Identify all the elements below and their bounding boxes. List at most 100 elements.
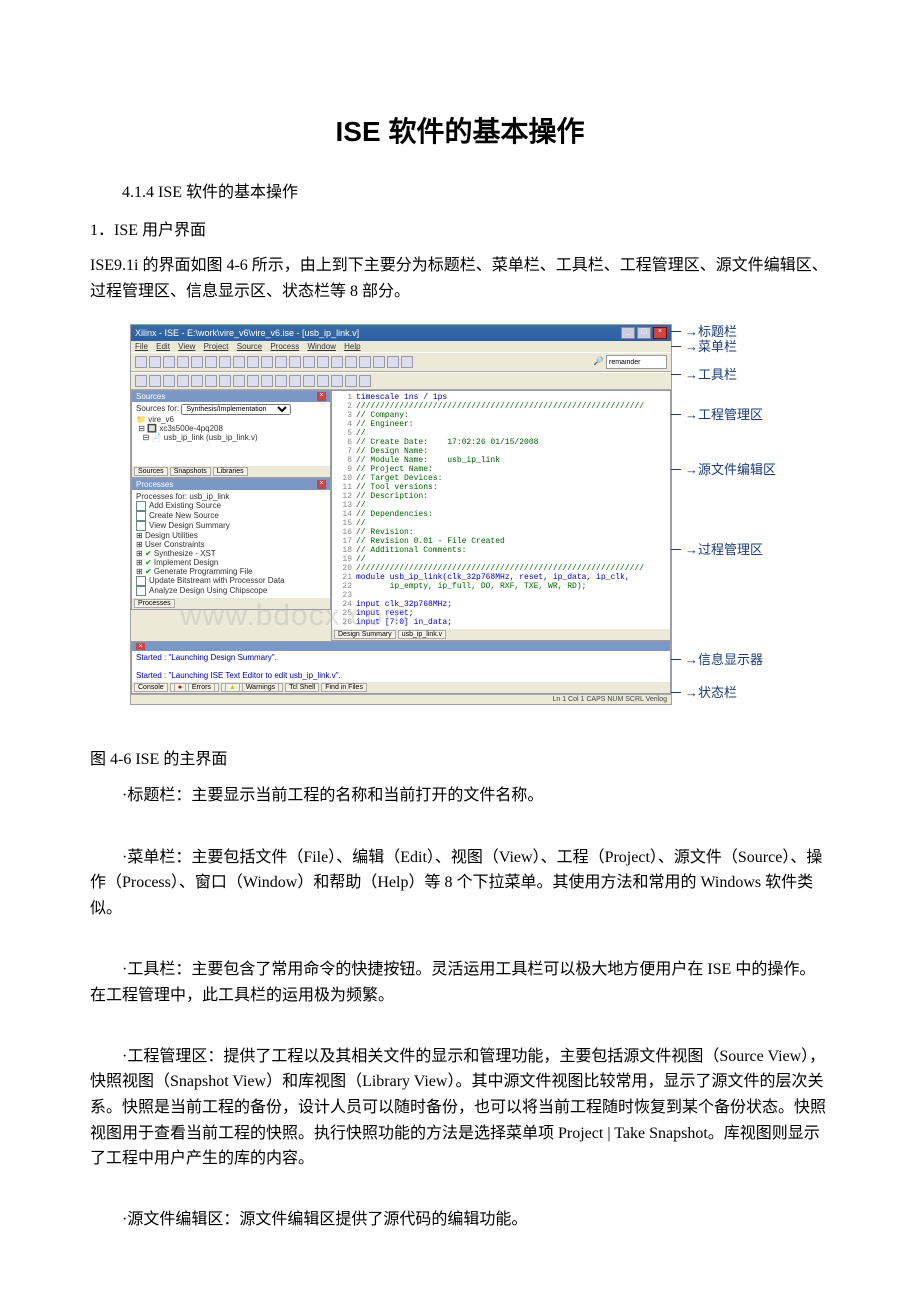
tab-source-file[interactable]: usb_ip_link.v [398,630,446,639]
tool-icon[interactable] [247,375,259,387]
callout-label: 工具栏 [698,367,737,382]
tool-icon[interactable] [219,356,231,368]
menu-process[interactable]: Process [270,342,299,351]
tool-icon[interactable] [135,375,147,387]
tool-icon[interactable] [359,356,371,368]
tool-icon[interactable] [401,356,413,368]
proc-item[interactable]: Analyze Design Using Chipscope [149,586,267,595]
intro-heading: 1．ISE 用户界面 [90,218,830,244]
proc-item[interactable]: Design Utilities [145,531,198,540]
bullet-toolbar: ·工具栏：主要包含了常用命令的快捷按钮。灵活运用工具栏可以极大地方便用户在 IS… [90,957,830,1008]
tool-icon[interactable] [275,375,287,387]
tool-icon[interactable] [303,356,315,368]
tab-tcl[interactable]: Tcl Shell [285,683,319,692]
tool-icon[interactable] [191,356,203,368]
maximize-icon[interactable]: ▢ [637,327,651,339]
menu-edit[interactable]: Edit [156,342,170,351]
tab-errors[interactable]: ● Errors [170,683,219,692]
processes-pane: Processes × Processes for: usb_ip_link Ad… [131,478,331,610]
callout-label: 菜单栏 [698,339,737,354]
proc-item[interactable]: Update Bitstream with Processor Data [149,576,285,585]
sources-title: Sources [136,392,165,401]
sources-for-select[interactable]: Synthesis/Implementation [181,404,291,415]
tool-icon[interactable] [149,375,161,387]
tool-icon[interactable] [261,356,273,368]
proc-item[interactable]: Generate Programming File [154,567,253,576]
tab-libraries[interactable]: Libraries [213,467,248,476]
menu-file[interactable]: File [135,342,148,351]
processes-for-label: Processes for: usb_ip_link [136,492,326,501]
close-icon[interactable]: × [653,327,667,339]
tab-processes[interactable]: Processes [134,599,175,608]
proc-item[interactable]: Create New Source [149,511,219,520]
tool-icon[interactable] [191,375,203,387]
find-input[interactable] [606,355,667,369]
tool-icon[interactable] [163,375,175,387]
ise-toolbar-2 [131,372,671,390]
callout-label: 过程管理区 [698,542,763,557]
tool-icon[interactable] [373,356,385,368]
menu-help[interactable]: Help [344,342,360,351]
tool-icon[interactable] [331,375,343,387]
tool-icon[interactable] [303,375,315,387]
tab-sources[interactable]: Sources [134,467,168,476]
status-bar: Ln 1 Col 1 CAPS NUM SCRL Verilog [131,694,671,704]
tool-icon[interactable] [205,375,217,387]
bullet-project-mgr: ·工程管理区：提供了工程以及其相关文件的显示和管理功能，主要包括源文件视图（So… [90,1044,830,1172]
proc-item[interactable]: Synthesize - XST [154,549,216,558]
processes-title: Processes [136,480,173,489]
page-title: ISE 软件的基本操作 [90,110,830,150]
proc-item[interactable]: Add Existing Source [149,501,221,510]
proc-item[interactable]: View Design Summary [149,521,230,530]
titlebar-text: Xilinx - ISE - E:\work\vire_v6\vire_v6.i… [135,328,359,338]
tool-icon[interactable] [331,356,343,368]
tree-module[interactable]: usb_ip_link (usb_ip_link.v) [164,433,258,442]
tool-icon[interactable] [219,375,231,387]
tool-icon[interactable] [261,375,273,387]
intro-body: ISE9.1i 的界面如图 4-6 所示，由上到下主要分为标题栏、菜单栏、工具栏… [90,253,830,304]
tool-icon[interactable] [135,356,147,368]
close-icon[interactable]: × [136,643,145,650]
binoculars-icon[interactable]: 🔎 [594,357,604,366]
tool-icon[interactable] [387,356,399,368]
tab-snapshots[interactable]: Snapshots [170,467,211,476]
proc-item[interactable]: Implement Design [154,558,218,567]
close-icon[interactable]: × [317,392,326,401]
ise-menubar[interactable]: File Edit View Project Source Process Wi… [131,341,671,352]
console-pane: × Started : "Launching Design Summary". … [131,641,671,694]
tool-icon[interactable] [233,356,245,368]
bullet-editor: ·源文件编辑区：源文件编辑区提供了源代码的编辑功能。 [90,1207,830,1233]
tool-icon[interactable] [289,356,301,368]
tool-icon[interactable] [359,375,371,387]
tool-icon[interactable] [163,356,175,368]
menu-source[interactable]: Source [237,342,262,351]
callout-label: 源文件编辑区 [698,462,776,477]
tab-find-in-files[interactable]: Find in Files [321,683,367,692]
tool-icon[interactable] [177,356,189,368]
tool-icon[interactable] [233,375,245,387]
section-heading: 4.1.4 ISE 软件的基本操作 [90,180,830,206]
tool-icon[interactable] [247,356,259,368]
tool-icon[interactable] [289,375,301,387]
tool-icon[interactable] [317,375,329,387]
code-area[interactable]: 1timescale 1ns / 1ps 2//////////////////… [332,391,670,629]
tool-icon[interactable] [275,356,287,368]
tab-warnings[interactable]: ▲ Warnings [221,683,283,692]
minimize-icon[interactable]: _ [621,327,635,339]
sources-pane: Sources × Sources for: Synthesis/Implemen… [131,390,331,478]
menu-project[interactable]: Project [204,342,229,351]
tab-design-summary[interactable]: Design Summary [334,630,396,639]
close-icon[interactable]: × [317,480,326,489]
tool-icon[interactable] [149,356,161,368]
tool-icon[interactable] [345,375,357,387]
menu-window[interactable]: Window [307,342,335,351]
menu-view[interactable]: View [178,342,195,351]
tool-icon[interactable] [177,375,189,387]
callout-label: 工程管理区 [698,407,763,422]
proc-item[interactable]: User Constraints [145,540,205,549]
tool-icon[interactable] [205,356,217,368]
sources-for-label: Sources for: [136,404,179,413]
tab-console[interactable]: Console [134,683,168,692]
tool-icon[interactable] [317,356,329,368]
tool-icon[interactable] [345,356,357,368]
